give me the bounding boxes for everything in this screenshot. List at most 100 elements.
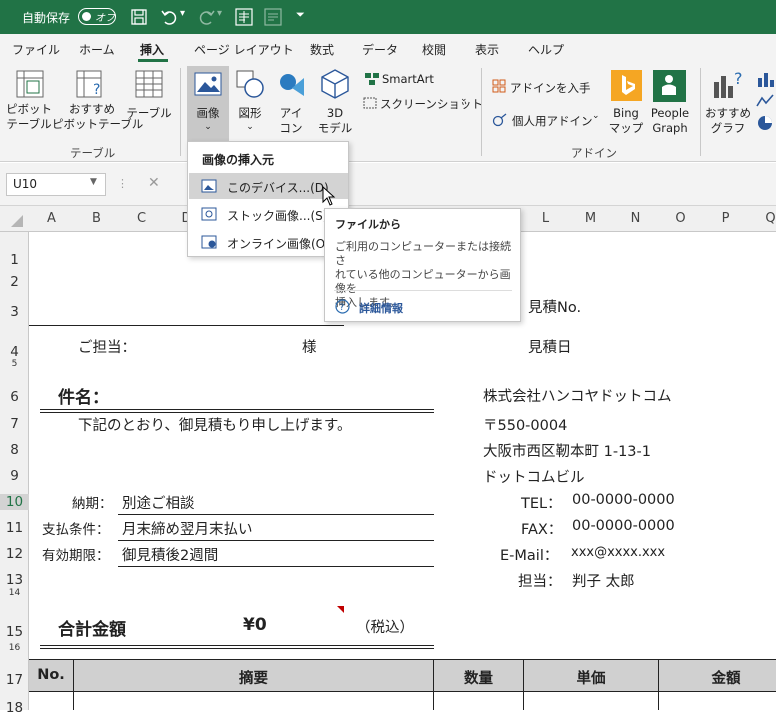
shapes-dropdown-icon[interactable]: ⌄ [232, 120, 268, 135]
undo-dropdown-icon[interactable]: ▾ [180, 8, 185, 19]
3d-models-button[interactable]: 3D モデル [312, 106, 358, 136]
postal-code: 〒550-0004 [483, 418, 568, 434]
comment-indicator-icon[interactable] [337, 606, 344, 613]
get-addins-button[interactable]: アドインを入手 [510, 80, 591, 96]
row-header[interactable]: 14 [0, 589, 29, 598]
tab-home[interactable]: ホーム [79, 41, 115, 58]
pie-chart-icon[interactable] [756, 114, 774, 132]
menu-item-label: このデバイス...(D) [227, 181, 329, 195]
attention-label: ご担当： [78, 340, 136, 356]
tab-insert[interactable]: 挿入 [140, 41, 164, 58]
row-header[interactable]: 7 [0, 416, 29, 432]
autosave-state: オフ [95, 13, 115, 24]
picture-icon [194, 72, 222, 96]
row-header[interactable]: 18 [0, 700, 29, 716]
col-header[interactable]: N [613, 211, 658, 226]
tab-page-layout[interactable]: ページ レイアウト [194, 41, 294, 58]
row-header[interactable]: 16 [0, 644, 29, 653]
shapes-button[interactable]: 図形 [232, 106, 268, 121]
row-header[interactable]: 5 [0, 360, 29, 369]
tab-formulas[interactable]: 数式 [310, 41, 334, 58]
svg-text:?: ? [734, 70, 743, 88]
company-name: 株式会社ハンコヤドットコム [483, 389, 672, 405]
row-header[interactable]: 6 [0, 389, 29, 405]
group-table-label: テーブル [70, 146, 116, 160]
column-chart-icon[interactable] [756, 70, 774, 88]
my-addins-dropdown-icon[interactable]: ⌄ [592, 111, 600, 121]
get-addins-icon [492, 79, 506, 93]
col-header[interactable]: A [29, 211, 74, 226]
3d-models-icon [321, 69, 349, 99]
row-header[interactable]: 17 [0, 672, 29, 688]
svg-text:?: ? [340, 303, 345, 313]
col-header[interactable]: P [703, 211, 748, 226]
redo-icon[interactable] [198, 8, 216, 26]
screenshot-icon [363, 97, 377, 109]
bing-maps-icon [611, 70, 642, 101]
pivot-table-icon [16, 70, 44, 98]
total-value: ¥0 [243, 615, 267, 635]
col-header[interactable]: B [74, 211, 119, 226]
customize-qat-icon[interactable]: ⏷ [296, 8, 305, 22]
col-header[interactable]: C [119, 211, 164, 226]
people-graph-button[interactable]: People Graph [646, 106, 694, 136]
tab-file[interactable]: ファイル [12, 41, 60, 58]
image-label: 画像 [196, 106, 220, 120]
tab-review[interactable]: 校閲 [422, 41, 446, 58]
shapes-icon [236, 70, 264, 98]
row-header[interactable]: 2 [0, 274, 29, 290]
recommended-charts-button[interactable]: おすすめ グラフ [704, 106, 752, 136]
bing-maps-button[interactable]: Bing マップ [604, 106, 648, 136]
address: 大阪市西区靭本町 1-13-1 [483, 444, 651, 460]
tooltip-line: れている他のコンピューターから画像を [335, 268, 511, 295]
title-bar: 自動保存 オフ ▾ ▾ ⏷ [0, 0, 776, 34]
divider [40, 648, 434, 649]
validity-label: 有効期限： [42, 548, 110, 564]
col-header[interactable]: L [523, 211, 568, 226]
name-box-dropdown-icon[interactable]: ▼ [90, 177, 97, 187]
icons-button[interactable]: アイ コン [272, 106, 310, 136]
autosave-toggle[interactable]: オフ [78, 8, 116, 25]
row-header[interactable]: 9 [0, 468, 29, 484]
tooltip: ファイルから ご利用のコンピューターまたは接続さ れている他のコンピューターから… [324, 208, 521, 322]
spelling-icon[interactable] [264, 8, 282, 26]
row-header[interactable]: 13 [0, 572, 29, 588]
tab-data[interactable]: データ [362, 41, 398, 58]
screenshot-dropdown-icon[interactable]: ⌄ [460, 94, 468, 104]
col-header[interactable]: M [568, 211, 613, 226]
divider [29, 325, 344, 326]
fax-label: FAX： [521, 522, 563, 538]
col-header[interactable]: Q [748, 211, 776, 226]
row-header[interactable]: 11 [0, 520, 29, 536]
my-addins-button[interactable]: 個人用アドイン [512, 113, 593, 129]
tab-help[interactable]: ヘルプ [528, 41, 564, 58]
row-header[interactable]: 15 [0, 624, 29, 640]
people-graph-icon [653, 70, 686, 102]
row-header[interactable]: 8 [0, 442, 29, 458]
row-header[interactable]: 12 [0, 546, 29, 562]
tab-view[interactable]: 表示 [475, 41, 499, 58]
save-icon[interactable] [131, 9, 147, 25]
divider [334, 290, 512, 291]
smartart-button[interactable]: SmartArt [382, 72, 434, 86]
select-all-icon[interactable] [10, 214, 24, 228]
col-header[interactable]: O [658, 211, 703, 226]
row-header[interactable]: 1 [0, 252, 29, 268]
image-dropdown-icon: ⌄ [204, 122, 212, 132]
proofing-icon[interactable] [235, 8, 253, 26]
row-header-selected[interactable]: 10 [0, 494, 29, 510]
line-chart-icon[interactable] [756, 92, 774, 110]
row-header[interactable]: 3 [0, 304, 29, 320]
ribbon: ピボット テーブル ? おすすめ ピボットテーブル テーブル テーブル 画像 ⌄… [0, 62, 776, 162]
row-header[interactable]: 4 [0, 344, 29, 360]
table-button[interactable]: テーブル [126, 106, 172, 121]
cancel-icon[interactable]: ✕ [148, 175, 160, 191]
undo-icon[interactable] [160, 8, 178, 26]
learn-more-link[interactable]: 詳細情報 [359, 300, 403, 316]
tel-value: 00-0000-0000 [572, 492, 675, 508]
redo-dropdown-icon[interactable]: ▾ [217, 8, 222, 19]
recommended-pivot-button[interactable]: おすすめ ピボットテーブル [52, 102, 143, 132]
pivot-table-button[interactable]: ピボット テーブル [6, 102, 52, 132]
building: ドットコムビル [483, 470, 585, 486]
smartart-icon [365, 73, 379, 85]
